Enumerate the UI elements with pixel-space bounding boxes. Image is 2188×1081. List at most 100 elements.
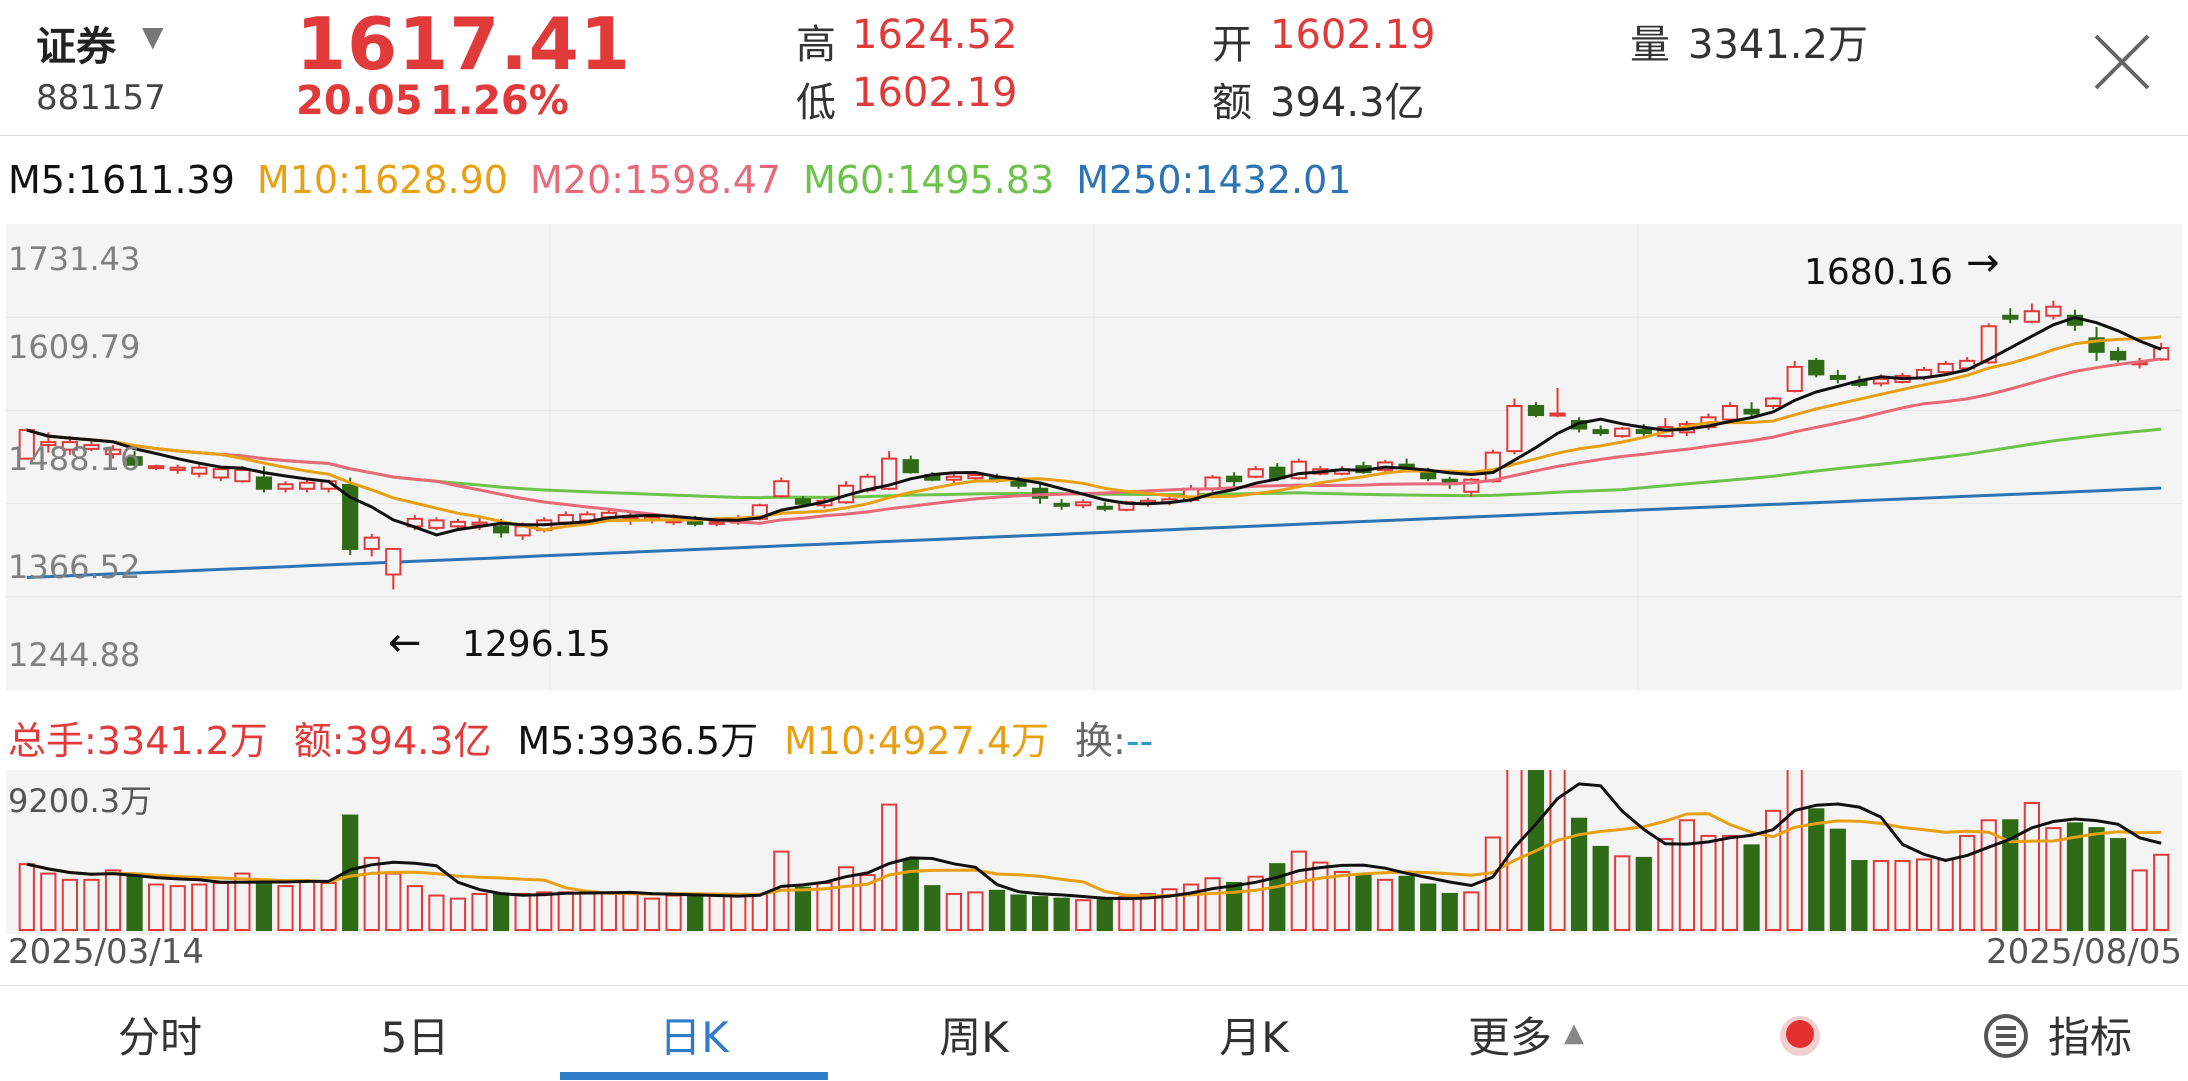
total-amount: 额:394.3亿 xyxy=(293,719,492,763)
volume-bar xyxy=(1614,855,1631,931)
price-axis-tick: 1244.88 xyxy=(8,636,141,674)
volume-bar xyxy=(2153,853,2170,931)
start-date: 2025/03/14 xyxy=(8,932,204,972)
volume-bar xyxy=(1204,877,1221,931)
volume-bar xyxy=(1420,883,1437,931)
tab-5day[interactable]: 5日 xyxy=(345,1004,485,1065)
last-price: 1617.41 xyxy=(296,2,631,86)
vol-ma5: M5:3936.5万 xyxy=(517,719,759,763)
close-icon[interactable] xyxy=(2090,30,2154,94)
volume-bar xyxy=(298,880,316,931)
indicator-icon[interactable] xyxy=(1980,1010,2032,1062)
volume-bar xyxy=(1096,899,1113,932)
volume-bar xyxy=(1053,897,1070,932)
tab-weekly-k[interactable]: 周K xyxy=(904,1004,1044,1065)
volume-bar xyxy=(1872,860,1890,931)
ma10-value: M10:1628.90 xyxy=(256,158,508,202)
volume-chart[interactable] xyxy=(6,723,2182,934)
volume-bar xyxy=(557,891,574,931)
high-label: 高 xyxy=(796,22,836,68)
volume-bar xyxy=(1980,819,1997,931)
volume-bar xyxy=(1829,828,1846,931)
volume-bar xyxy=(643,897,661,932)
volume-bar xyxy=(1721,834,1739,931)
candle-body xyxy=(1937,362,1954,374)
candle-body xyxy=(1247,468,1264,478)
volume-bar xyxy=(1657,838,1674,931)
volume-bar xyxy=(1312,861,1329,931)
chevron-down-icon[interactable]: ▼ xyxy=(142,20,164,53)
kline-svg xyxy=(6,224,2182,690)
index-name[interactable]: 证券 xyxy=(36,14,116,72)
candle-body xyxy=(1527,405,1545,417)
volume-bar xyxy=(277,885,294,931)
volume-bar xyxy=(148,883,165,931)
candle-body xyxy=(1743,408,1760,415)
arrow-right-icon: → xyxy=(1966,240,2000,286)
volume-bar xyxy=(1269,863,1286,931)
volume-bar xyxy=(126,872,143,931)
record-icon[interactable] xyxy=(1776,1008,1838,1070)
candle-body xyxy=(428,519,445,529)
candle-body xyxy=(2002,314,2019,320)
kline-chart[interactable] xyxy=(6,224,2182,690)
candle-body xyxy=(363,536,380,550)
chevron-up-icon[interactable]: ▲ xyxy=(1564,1018,1584,1048)
volume-bar xyxy=(1463,891,1480,931)
volume-bar xyxy=(1851,860,1868,931)
volume-legend: 总手:3341.2万 额:394.3亿 M5:3936.5万 M10:4927.4万换… xyxy=(8,710,1179,763)
candle-body xyxy=(2153,347,2170,361)
total-volume: 总手:3341.2万 xyxy=(8,719,268,763)
volume-bar xyxy=(2023,802,2040,931)
high-annotation: 1680.16 xyxy=(1804,252,1953,293)
tab-more[interactable]: 更多 xyxy=(1450,1004,1570,1065)
volume-bar xyxy=(428,894,445,932)
volume-bar xyxy=(1894,860,1911,931)
candle-body xyxy=(902,459,919,474)
open-label: 开 xyxy=(1212,22,1252,68)
candle-body xyxy=(385,547,402,576)
volume-bar xyxy=(255,881,273,932)
vol-ma10: M10:4927.4万 xyxy=(784,719,1050,763)
tab-monthly-k[interactable]: 月K xyxy=(1184,1004,1324,1065)
volume-bar xyxy=(1808,808,1825,931)
candle-body xyxy=(687,520,704,525)
volume-value: 3341.2万 xyxy=(1688,22,1868,68)
candle-body xyxy=(212,468,229,479)
volume-bar xyxy=(320,881,337,932)
price-change-percent: 1.26% xyxy=(430,78,569,124)
volume-bar xyxy=(1635,856,1652,931)
ma5-value: M5:1611.39 xyxy=(8,158,235,202)
period-tab-bar xyxy=(0,985,2188,1081)
tab-daily-k[interactable]: 日K xyxy=(624,1004,764,1065)
candle-body xyxy=(255,476,273,490)
volume-bar xyxy=(1118,896,1135,931)
volume-bar xyxy=(1915,858,1933,931)
price-axis-tick: 1488.16 xyxy=(8,440,141,478)
tab-intraday[interactable]: 分时 xyxy=(90,1004,230,1065)
candle-body xyxy=(234,468,251,483)
candle-body xyxy=(1010,480,1027,487)
price-axis-tick: 1731.43 xyxy=(8,240,141,278)
candle-body xyxy=(492,525,510,534)
volume-bar xyxy=(1937,858,1954,931)
volume-bar xyxy=(1786,723,1803,931)
volume-bar xyxy=(191,883,208,931)
tab-indicators[interactable]: 指标 xyxy=(2040,1004,2140,1065)
candle-body xyxy=(148,465,165,470)
candle-body xyxy=(1484,451,1501,483)
volume-bar xyxy=(988,889,1006,931)
candle-body xyxy=(169,466,186,471)
volume-bar xyxy=(665,894,682,932)
candle-body xyxy=(1549,412,1566,417)
ma-legend: M5:1611.39 M10:1628.90 M20:1598.47 M60:1495… xyxy=(8,158,1373,208)
index-code: 881157 xyxy=(36,78,166,118)
candle-body xyxy=(1872,377,1890,385)
volume-bar xyxy=(2131,869,2148,932)
volume-bar xyxy=(492,892,510,931)
volume-bar xyxy=(104,869,122,932)
candle-body xyxy=(773,480,790,498)
candle-body xyxy=(1096,505,1113,510)
volume-bar xyxy=(1355,874,1372,931)
volume-bar xyxy=(1959,834,1976,931)
